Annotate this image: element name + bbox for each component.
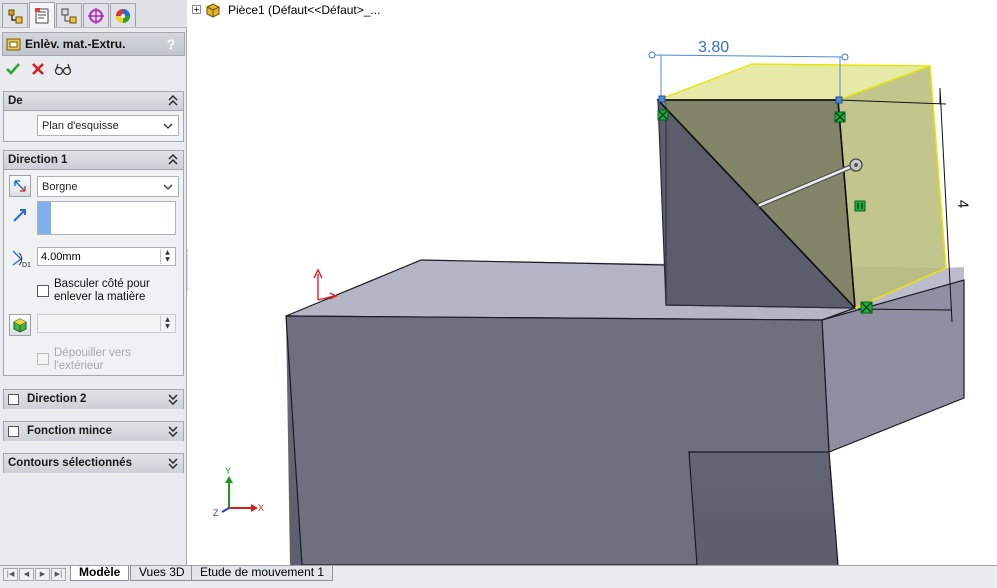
sketch-point[interactable] [835,96,843,104]
property-manager-panel: Enlèv. mat.-Extru. ? De Plan d'esquisse [0,0,187,565]
view-triad[interactable]: Y X Z [213,466,264,518]
chevron-down-icon[interactable] [167,424,179,438]
triad-z-label: Z [213,508,219,518]
tab-dimxpert[interactable] [83,3,109,27]
feature-manager-tabs [0,0,187,28]
direction1-title: Direction 1 [8,154,68,166]
tab-feature-tree[interactable] [2,3,28,27]
chevron-up-icon[interactable] [167,153,179,167]
thin-feature-title: Fonction mince [27,425,112,437]
start-condition-select[interactable]: Plan d'esquisse [37,115,179,136]
direction1-group-header[interactable]: Direction 1 [4,151,183,170]
bottom-tab-bar: |◀ ◀ ▶ ▶| Modèle Vues 3D Etude de mouvem… [0,565,997,588]
selected-contours-header[interactable]: Contours sélectionnés [4,454,183,473]
tab-configuration-manager[interactable] [56,3,82,27]
thin-feature-group[interactable]: Fonction mince [3,421,184,441]
crosshair-icon [88,7,104,24]
flip-side-checkbox[interactable] [37,285,49,297]
sketch-point[interactable] [658,95,666,103]
draft-outward-label: Dépouiller vers l'extérieur [54,347,131,372]
feature-title: Enlèv. mat.-Extru. [25,37,126,51]
dimension-height-label[interactable]: 4 [954,200,971,209]
expand-icon[interactable]: + [192,5,201,14]
coincident-relation-icon [834,111,846,123]
cancel-button[interactable] [29,60,47,78]
draft-toggle-button[interactable] [9,314,31,336]
first-tab-arrow[interactable]: |◀ [3,568,18,581]
tab-3d-views[interactable]: Vues 3D [130,566,194,581]
direction2-group[interactable]: Direction 2 [3,389,184,409]
next-tab-arrow[interactable]: ▶ [35,568,50,581]
origin-icon [313,268,338,301]
help-button[interactable]: ? [162,34,180,54]
direction1-group: Direction 1 Borgne D1 4.00mm ▲ ▼ Basculer… [3,150,184,376]
tab-display-manager[interactable] [110,3,136,27]
close-icon [32,63,44,75]
direction2-checkbox[interactable] [8,394,19,405]
from-group-header[interactable]: De [4,92,183,111]
prev-tab-arrow[interactable]: ◀ [19,568,34,581]
reverse-direction-button[interactable] [9,175,31,197]
selected-contours-title: Contours sélectionnés [8,457,132,469]
draft-angle-spinner[interactable]: ▲ ▼ [160,316,174,331]
from-group-title: De [8,95,23,107]
property-sheet-icon [35,7,49,23]
draft-icon [13,318,27,333]
part-name: Pièce1 (Défaut<<Défaut>_... [228,3,381,17]
dimension-handle-icon[interactable] [841,53,849,61]
part-icon [206,3,220,18]
selection-focus-bar [38,202,51,234]
start-condition-value: Plan d'esquisse [42,120,119,132]
chevron-down-icon [163,184,173,190]
tab-model[interactable]: Modèle [70,566,130,581]
last-tab-arrow[interactable]: ▶| [51,568,66,581]
parallel-relation-icon [854,200,866,212]
ok-button[interactable] [4,60,22,78]
triad-x-label: X [258,503,264,513]
chevron-up-icon[interactable] [167,94,179,108]
tab-motion-study[interactable]: Etude de mouvement 1 [191,566,334,581]
model-viewport[interactable]: 3.80 4 Y X Z [188,0,997,565]
thin-feature-checkbox[interactable] [8,426,19,437]
glasses-icon [54,63,72,76]
direction2-header[interactable]: Direction 2 [4,390,183,409]
flip-side-label: Basculer côté pour enlever la matière [54,278,150,303]
solidworks-window: Enlèv. mat.-Extru. ? De Plan d'esquisse [0,0,997,588]
from-group: De Plan d'esquisse [3,91,184,142]
graphics-area[interactable]: 3.80 4 Y X Z + Pièce1 (Défaut<<Défaut>_.… [188,0,997,565]
property-manager-header: Enlèv. mat.-Extru. ? [2,32,185,56]
end-condition-select[interactable]: Borgne [37,176,179,197]
tab-property-manager[interactable] [29,2,55,28]
coincident-relation-icon [860,301,873,314]
chevron-down-icon[interactable] [167,392,179,406]
direction-selection-box[interactable] [37,201,176,235]
draft-outward-checkbox[interactable] [37,353,49,365]
svg-text:D1: D1 [22,262,31,269]
depth-icon: D1 [12,250,31,269]
depth-value: 4.00mm [41,251,81,263]
triad-y-label: Y [225,466,231,476]
chevron-down-icon [163,123,173,129]
dimension-width-label[interactable]: 3.80 [698,39,729,56]
preview-button[interactable] [54,60,72,78]
feature-tree-icon [8,9,23,23]
thin-feature-header[interactable]: Fonction mince [4,422,183,441]
draft-angle-input[interactable]: ▲ ▼ [37,314,176,333]
check-icon [6,63,20,75]
extruded-cut-icon [6,38,21,51]
direction-vector-icon [13,209,26,222]
coincident-relation-icon [657,109,669,121]
configuration-icon [61,8,77,23]
chevron-down-icon[interactable] [167,456,179,470]
color-wheel-icon [116,8,130,23]
depth-spinner[interactable]: ▲ ▼ [160,249,174,264]
end-condition-value: Borgne [42,181,78,193]
depth-input[interactable]: 4.00mm ▲ ▼ [37,247,176,266]
direction2-title: Direction 2 [27,393,87,405]
selected-contours-group[interactable]: Contours sélectionnés [3,453,184,473]
reverse-direction-icon [14,180,26,192]
dimension-handle-icon[interactable] [648,51,656,59]
